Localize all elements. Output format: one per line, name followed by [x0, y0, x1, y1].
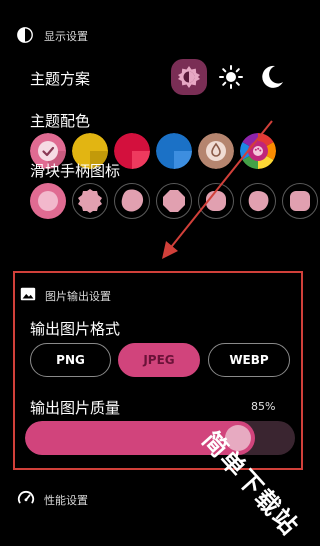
auto-theme-icon	[178, 66, 200, 88]
blob-icon	[121, 189, 144, 212]
performance-section-title: 性能设置	[44, 494, 88, 507]
theme-auto-button[interactable]	[171, 59, 207, 95]
display-section-icon	[16, 26, 34, 44]
partial-shape-icon	[290, 191, 310, 211]
output-quality-label: 输出图片质量	[30, 399, 121, 417]
image-section-icon	[19, 285, 37, 303]
format-png-button[interactable]: PNG	[30, 343, 111, 377]
format-webp-button[interactable]: WEBP	[208, 343, 290, 377]
contrast-icon	[17, 27, 33, 43]
theme-dark-button[interactable]	[254, 59, 290, 95]
annotation-arrow	[162, 120, 273, 259]
sun-icon	[219, 65, 243, 89]
flower-circle-icon	[31, 184, 65, 218]
thumb-option-blob[interactable]	[114, 183, 150, 219]
thumb-option-partial[interactable]	[282, 183, 318, 219]
slider-thumb-label: 滑块手柄图标	[30, 162, 121, 180]
theme-color-label: 主题配色	[30, 112, 91, 130]
output-quality-value: 85%	[251, 400, 276, 413]
thumb-option-circle[interactable]	[30, 183, 66, 219]
format-jpeg-button[interactable]: JPEG	[118, 343, 200, 377]
speedometer-icon	[17, 490, 35, 504]
performance-section-icon	[17, 489, 35, 507]
thumb-option-scallop[interactable]	[72, 183, 108, 219]
output-format-label: 输出图片格式	[30, 320, 121, 338]
quality-slider[interactable]	[25, 421, 295, 455]
image-output-section-title: 图片输出设置	[45, 290, 111, 303]
theme-light-button[interactable]	[213, 59, 249, 95]
image-icon	[20, 287, 36, 301]
scallop-icon	[78, 189, 102, 213]
theme-scheme-label: 主题方案	[30, 70, 91, 88]
moon-icon	[262, 65, 283, 88]
display-section-title: 显示设置	[44, 30, 88, 43]
